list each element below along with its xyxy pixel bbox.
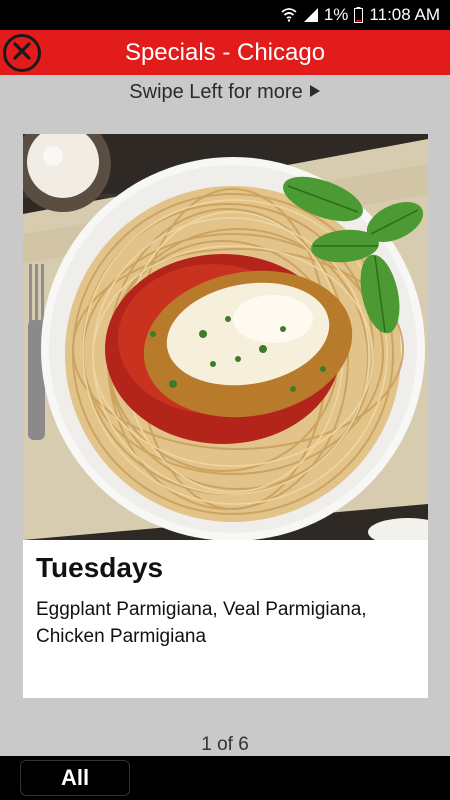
status-bar: 1% 11:08 AM <box>0 0 450 30</box>
close-icon <box>12 41 32 66</box>
battery-percent: 1% <box>323 5 349 24</box>
status-time: 11:08 AM <box>369 5 440 24</box>
bottom-bar: All <box>0 756 450 800</box>
swipe-hint: Swipe Left for more <box>0 78 450 106</box>
special-image <box>23 134 428 540</box>
page-indicator: 1 of 6 <box>201 734 249 755</box>
page-title: Specials - Chicago <box>124 38 326 66</box>
special-card[interactable]: Tuesdays Eggplant Parmigiana, Veal Parmi… <box>23 134 428 698</box>
app-header: Specials - Chicago <box>0 30 450 75</box>
special-description: Eggplant Parmigiana, Veal Parmigiana, Ch… <box>36 599 367 647</box>
play-arrow-icon <box>309 81 321 104</box>
close-button[interactable] <box>3 34 41 72</box>
swipe-hint-text: Swipe Left for more <box>129 80 303 103</box>
battery-icon <box>354 7 364 23</box>
special-day-title: Tuesdays <box>36 552 164 583</box>
all-button[interactable]: All <box>20 760 130 796</box>
signal-icon <box>303 8 318 22</box>
wifi-icon <box>281 8 297 22</box>
